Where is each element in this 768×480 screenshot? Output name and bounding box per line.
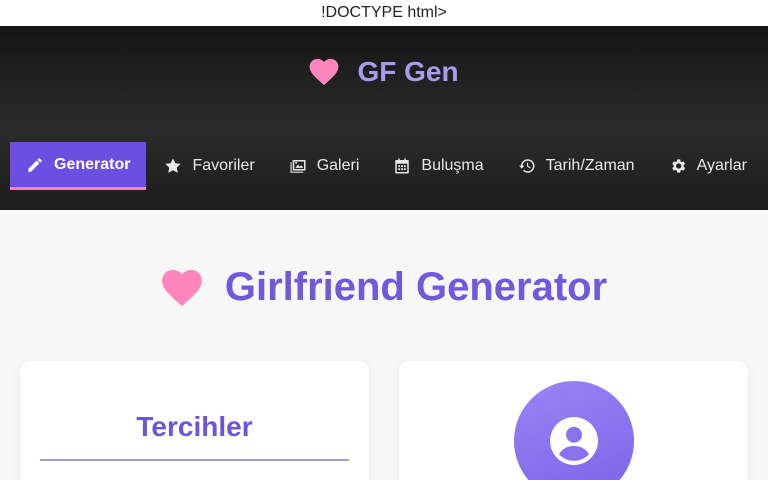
heart-icon [161, 269, 202, 306]
avatar[interactable] [514, 381, 634, 480]
stray-doctype-text: !DOCTYPE html> [0, 0, 768, 26]
images-icon [290, 160, 306, 173]
nav-item-ayarlar[interactable]: Ayarlar [653, 142, 763, 190]
preferences-card: Tercihler [20, 361, 369, 480]
pencil-icon [28, 157, 42, 172]
nav-item-label: Generator [54, 155, 131, 173]
profile-card [399, 361, 748, 480]
brand[interactable]: GF Gen [0, 56, 768, 88]
nav-item-label: Tarih/Zaman [545, 157, 635, 174]
app-header: GF Gen Generator Favoriler Galeri Buluşm… [0, 26, 768, 210]
nav-item-tarih-zaman[interactable]: Tarih/Zaman [502, 142, 651, 190]
page-title-row: Girlfriend Generator [0, 265, 768, 310]
nav-item-label: Galeri [316, 157, 360, 174]
calendar-icon [395, 158, 410, 174]
nav-item-galeri[interactable]: Galeri [273, 142, 376, 190]
brand-title: GF Gen [357, 56, 459, 87]
nav-item-favoriler[interactable]: Favoriler [148, 142, 270, 190]
nav-item-bulusma[interactable]: Buluşma [377, 142, 499, 190]
preferences-title: Tercihler [136, 411, 253, 442]
page-title: Girlfriend Generator [224, 265, 608, 309]
nav-item-label: Favoriler [192, 157, 255, 174]
preferences-divider [40, 459, 349, 461]
nav-item-generator[interactable]: Generator [10, 142, 147, 190]
nav-item-label: Ayarlar [696, 157, 747, 174]
heart-icon [310, 58, 339, 86]
gear-icon [671, 159, 685, 173]
user-circle-icon [550, 417, 598, 465]
star-icon [165, 158, 182, 173]
history-icon [518, 159, 535, 173]
main-nav: Generator Favoriler Galeri Buluşma Tarih… [10, 142, 758, 190]
nav-item-label: Buluşma [421, 157, 484, 174]
